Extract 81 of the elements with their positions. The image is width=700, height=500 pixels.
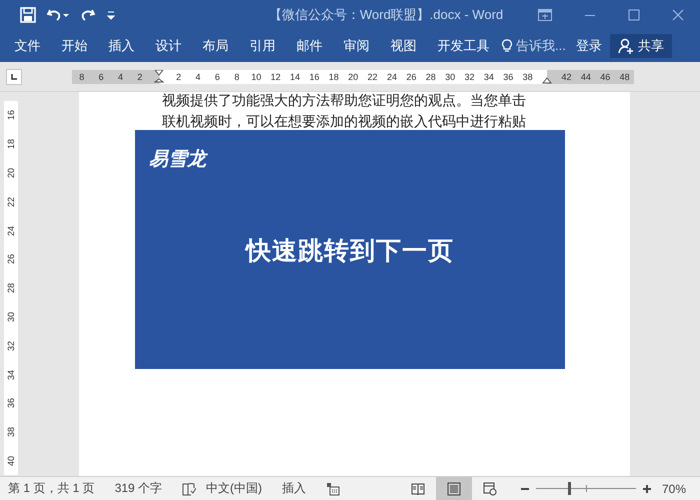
ruler-number: 36 (6, 397, 16, 410)
web-layout-icon (482, 482, 497, 496)
save-icon[interactable] (20, 7, 36, 23)
zoom-level[interactable]: 70% (662, 482, 686, 496)
ruler-number: 34 (6, 368, 16, 382)
page-count[interactable]: 第 1 页，共 1 页 (8, 480, 95, 497)
ruler-number: 10 (251, 72, 262, 82)
ruler-number: 22 (6, 196, 16, 209)
ruler-number: 16 (6, 109, 16, 122)
banner-heading: 快速跳转到下一页 (244, 235, 455, 267)
print-layout-icon (446, 482, 461, 496)
ribbon-tab[interactable]: 审阅 (333, 30, 380, 62)
ruler-number: 40 (6, 454, 16, 468)
ribbon-tab[interactable]: 布局 (192, 30, 239, 62)
sign-in-link[interactable]: 登录 (576, 37, 602, 55)
ribbon-tab[interactable]: 引用 (239, 30, 286, 62)
ruler-number: 36 (503, 72, 514, 82)
macro-icon[interactable] (326, 482, 340, 496)
ribbon-tab[interactable]: 开始 (51, 30, 98, 62)
ruler-number: 12 (270, 72, 281, 82)
ruler-number: 8 (234, 72, 240, 82)
undo-icon[interactable] (46, 7, 70, 23)
redo-icon[interactable] (80, 7, 96, 23)
close-icon[interactable] (672, 9, 684, 21)
ruler-number: 2 (176, 72, 182, 82)
ruler-number: 32 (464, 72, 475, 82)
proofing-icon[interactable] (182, 482, 196, 496)
tab-selector-icon[interactable] (10, 72, 18, 80)
ribbon-tab[interactable]: 邮件 (286, 30, 333, 62)
ribbon-tab[interactable]: 设计 (145, 30, 192, 62)
indent-marker-icon[interactable] (154, 70, 164, 84)
ruler-number: 6 (98, 72, 104, 82)
read-mode-icon (410, 482, 425, 496)
ribbon-tab[interactable]: 开发工具 (427, 30, 500, 62)
share-button[interactable]: 共享 (610, 34, 672, 58)
ruler-number: 18 (328, 72, 339, 82)
ruler-number: 18 (6, 138, 16, 152)
ribbon-tab[interactable]: 文件 (4, 30, 51, 62)
ruler-number: 42 (561, 72, 572, 82)
ruler-number: 48 (620, 72, 630, 82)
ruler-number: 16 (309, 72, 320, 82)
lightbulb-icon (502, 39, 512, 53)
ruler-number: 32 (6, 340, 16, 353)
ruler-number: 46 (600, 72, 610, 82)
ruler-number: 38 (6, 426, 16, 440)
language-indicator[interactable]: 中文(中国) (206, 480, 262, 497)
ruler-number: 8 (79, 72, 84, 82)
maximize-icon[interactable] (628, 9, 640, 21)
ruler-number: 30 (445, 72, 456, 82)
ribbon-tab[interactable]: 视图 (380, 30, 427, 62)
ruler-number: 28 (426, 72, 436, 82)
ribbon-tab[interactable]: 插入 (98, 30, 145, 62)
ruler-number: 30 (6, 310, 16, 324)
ruler-number: 44 (580, 72, 591, 82)
tell-me-field[interactable]: 告诉我... (502, 37, 566, 55)
ruler-number: 20 (6, 166, 16, 180)
view-button[interactable] (436, 477, 472, 500)
body-text-line: 联机视频时，可以在想要添加的视频的嵌入代码中进行粘贴 (162, 114, 527, 132)
window-title: 【微信公众号：Word联盟】.docx - Word (268, 6, 504, 24)
ruler-number: 22 (368, 72, 378, 82)
ruler-number: 2 (137, 72, 142, 82)
ruler-number: 28 (6, 282, 16, 296)
zoom-slider-thumb[interactable] (568, 482, 571, 495)
ruler-number: 4 (118, 72, 123, 82)
ruler-number: 24 (386, 72, 397, 82)
ruler-number: 34 (484, 72, 494, 82)
zoom-in-icon[interactable] (642, 484, 652, 494)
ruler-number: 26 (406, 72, 416, 82)
ruler-number: 38 (522, 72, 533, 82)
ruler-number: 24 (6, 224, 16, 238)
logo-text: 易雪龙 (149, 147, 206, 172)
ruler-number: 26 (6, 253, 16, 266)
word-count[interactable]: 319 个字 (114, 480, 162, 497)
body-text-line: 视频提供了功能强大的方法帮助您证明您的观点。当您单击 (162, 93, 527, 111)
ruler-number: 4 (196, 72, 201, 82)
ribbon-display-icon[interactable] (538, 9, 552, 21)
ruler-number: 6 (214, 72, 220, 82)
ruler-number: 20 (348, 72, 358, 82)
person-add-icon (618, 38, 634, 54)
ruler-number: 14 (290, 72, 300, 82)
insert-mode-indicator[interactable]: 插入 (282, 480, 306, 497)
